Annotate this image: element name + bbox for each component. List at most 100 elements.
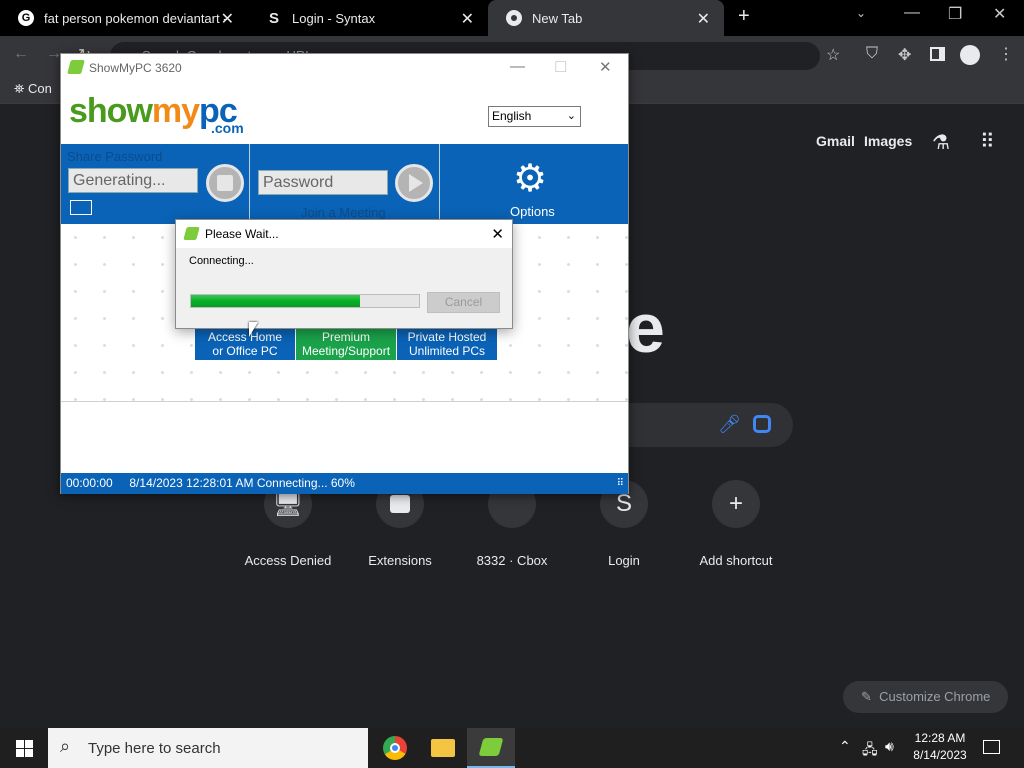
logo-show-text: show <box>69 92 153 130</box>
progress-bar <box>190 294 420 308</box>
taskbar-search-box[interactable]: ⌕ Type here to search <box>48 728 368 768</box>
tab-login-syntax[interactable]: S Login - Syntax ✕ <box>248 0 488 36</box>
language-select[interactable]: English ⌄ <box>488 106 581 127</box>
shortcut-label: Login <box>608 553 640 568</box>
promo-line: or Office PC <box>212 344 278 358</box>
tab-search-chevron-icon[interactable]: ⌄ <box>856 6 866 20</box>
close-icon[interactable]: ✕ <box>461 9 474 29</box>
please-wait-dialog: Please Wait... ✕ Connecting... Cancel <box>175 219 513 329</box>
share-password-field[interactable]: Generating... <box>68 168 198 193</box>
profile-avatar-icon[interactable] <box>960 45 980 65</box>
promo-line: Meeting/Support <box>301 344 391 358</box>
voice-search-mic-icon[interactable]: 🎤︎ <box>718 414 741 435</box>
showmypc-app-icon <box>478 738 504 756</box>
share-stop-button[interactable] <box>206 164 244 202</box>
network-icon[interactable]: 🖧︎ <box>862 739 878 763</box>
status-text: 00:00:00 8/14/2023 12:28:01 AM Connectin… <box>66 476 355 490</box>
promo-line: Private Hosted <box>407 330 487 344</box>
close-icon[interactable]: ✕ <box>697 9 710 29</box>
apps-grid-icon[interactable]: ⠿ <box>980 129 995 154</box>
options-gear-icon[interactable]: ⚙ <box>513 160 547 198</box>
chrome-icon <box>383 736 407 760</box>
taskbar-showmypc[interactable] <box>467 728 515 768</box>
gmail-link[interactable]: Gmail <box>816 133 855 149</box>
logo-my-text: my <box>151 92 200 130</box>
restore-icon[interactable]: ❐ <box>948 4 962 24</box>
bookmark-star-icon[interactable]: ☆ <box>826 45 840 65</box>
promo-line: Access Home <box>207 330 283 344</box>
chrome-icon <box>506 10 522 26</box>
showmypc-close-icon[interactable]: ✕ <box>599 58 612 76</box>
dialog-title: Please Wait... <box>205 227 279 241</box>
dialog-message: Connecting... <box>189 255 254 267</box>
search-icon: ⌕ <box>60 736 71 756</box>
divider <box>61 401 628 402</box>
tab-new-tab[interactable]: New Tab ✕ <box>488 0 724 36</box>
email-envelope-icon[interactable] <box>70 200 92 215</box>
language-value: English <box>492 109 532 123</box>
tab-strip: G fat person pokemon deviantart - ✕ S Lo… <box>0 0 1024 36</box>
resize-grip-icon[interactable]: ⠿ <box>617 473 624 494</box>
mouse-cursor-icon <box>249 322 258 337</box>
shortcut-label: Extensions <box>368 553 432 568</box>
join-password-field[interactable]: Password <box>258 170 388 195</box>
side-panel-icon[interactable] <box>930 47 945 61</box>
new-tab-plus-icon[interactable]: + <box>738 5 750 28</box>
cancel-button[interactable]: Cancel <box>427 292 500 313</box>
tab-fat-person-pokemon[interactable]: G fat person pokemon deviantart - ✕ <box>0 0 248 36</box>
showmypc-minimize-icon[interactable]: — <box>510 58 525 75</box>
volume-icon[interactable]: 🔊︎ <box>885 738 894 755</box>
google-lens-icon[interactable] <box>753 415 771 433</box>
showmypc-titlebar[interactable]: ShowMyPC 3620 <box>61 54 628 82</box>
join-meeting-label: Join a Meeting <box>301 205 386 220</box>
ublock-shield-icon[interactable]: ⛉ <box>866 45 878 63</box>
taskbar-clock[interactable]: 12:28 AM 8/14/2023 <box>912 731 968 762</box>
google-icon: G <box>18 10 34 26</box>
folder-icon <box>431 739 455 757</box>
labs-flask-icon[interactable]: ⚗ <box>932 130 950 155</box>
action-center-notification-icon[interactable] <box>983 740 1000 754</box>
divider <box>439 144 440 224</box>
google-logo-fragment: e <box>626 289 665 367</box>
shortcut-add[interactable]: + Add shortcut <box>680 480 792 568</box>
minimize-icon[interactable]: — <box>904 4 920 22</box>
showmypc-app-icon <box>67 60 85 74</box>
logo-com-text: .com <box>211 120 244 136</box>
join-play-button[interactable] <box>395 164 433 202</box>
window-title: ShowMyPC 3620 <box>89 61 182 75</box>
progress-fill <box>191 295 360 307</box>
shortcut-label: Add shortcut <box>699 553 773 568</box>
showmypc-status-bar: 00:00:00 8/14/2023 12:28:01 AM Connectin… <box>61 473 628 494</box>
bookmark-favicon-icon: ⛯ <box>14 81 25 96</box>
pencil-icon: ✎ <box>861 689 872 704</box>
bookmark-label: Con <box>28 81 52 96</box>
customize-label: Customize Chrome <box>879 689 991 704</box>
show-hidden-icons-chevron-icon[interactable]: ⌃ <box>839 738 851 755</box>
stop-icon <box>217 175 233 191</box>
images-link[interactable]: Images <box>864 133 912 149</box>
back-icon[interactable]: ← <box>13 45 29 63</box>
private-hosted-button[interactable]: Private Hosted Unlimited PCs <box>397 328 497 360</box>
promo-line: Premium <box>321 330 370 344</box>
dialog-titlebar[interactable]: Please Wait... ✕ <box>176 220 512 248</box>
taskbar-file-explorer[interactable] <box>419 728 467 768</box>
window-close-icon[interactable]: ✕ <box>993 4 1006 24</box>
premium-meeting-button[interactable]: Premium Meeting/Support <box>296 328 396 360</box>
taskbar-chrome[interactable] <box>371 728 419 768</box>
menu-kebab-icon[interactable]: ⋮ <box>998 44 1014 64</box>
access-home-button[interactable]: Access Home or Office PC <box>195 328 295 360</box>
tab-title: New Tab <box>532 10 583 26</box>
tab-title: Login - Syntax <box>292 10 376 26</box>
options-label[interactable]: Options <box>510 204 555 219</box>
extensions-puzzle-icon[interactable]: ✥ <box>898 45 911 65</box>
plus-icon: + <box>712 480 760 528</box>
bookmark-item[interactable]: ⛯ Con <box>14 81 52 97</box>
dialog-close-icon[interactable]: ✕ <box>491 225 504 243</box>
shortcut-label: 8332 · Cbox <box>476 553 548 568</box>
syntax-s-icon: S <box>268 9 279 27</box>
windows-start-icon[interactable] <box>16 740 33 757</box>
close-icon[interactable]: ✕ <box>221 9 234 29</box>
clock-time: 12:28 AM <box>914 731 966 745</box>
customize-chrome-button[interactable]: ✎ Customize Chrome <box>843 681 1008 713</box>
showmypc-maximize-icon[interactable]: ☐ <box>554 58 567 76</box>
